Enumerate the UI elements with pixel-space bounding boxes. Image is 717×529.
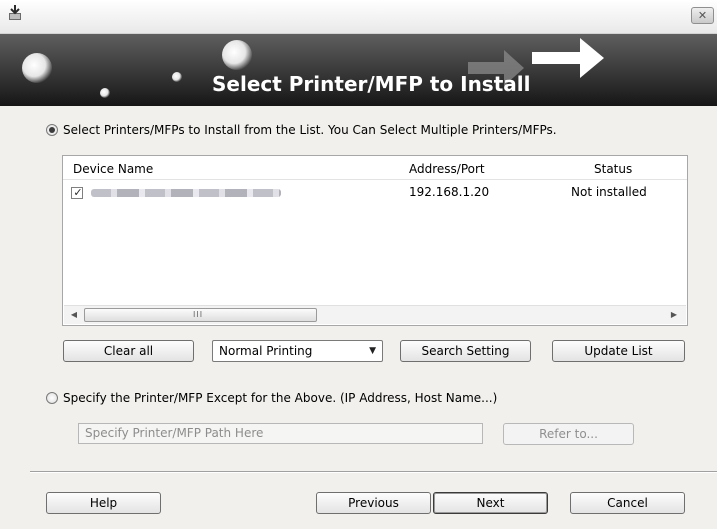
help-button[interactable]: Help — [46, 492, 161, 514]
banner-bubble-medium — [222, 40, 252, 70]
select-from-list-radio[interactable] — [46, 124, 58, 136]
close-button[interactable]: ✕ — [691, 7, 714, 24]
next-button[interactable]: Next — [433, 492, 548, 514]
footer-separator — [30, 471, 717, 473]
scroll-right-arrow-icon[interactable]: ▶ — [668, 310, 680, 319]
installer-app-icon — [9, 5, 21, 20]
print-mode-value: Normal Printing — [219, 344, 313, 358]
column-header-address-port[interactable]: Address/Port — [409, 162, 485, 176]
banner-bubble-small — [172, 72, 182, 82]
checkmark-icon: ✓ — [73, 186, 83, 199]
column-header-device-name[interactable]: Device Name — [73, 162, 153, 176]
specify-path-label: Specify the Printer/MFP Except for the A… — [63, 391, 498, 405]
column-header-status[interactable]: Status — [594, 162, 632, 176]
device-name-redacted — [91, 189, 281, 197]
scroll-left-arrow-icon[interactable]: ◀ — [68, 310, 80, 319]
banner-bubble-large — [22, 53, 52, 83]
previous-button[interactable]: Previous — [316, 492, 431, 514]
page-title: Select Printer/MFP to Install — [212, 72, 531, 96]
scroll-thumb[interactable]: III — [84, 308, 317, 322]
header-banner: Select Printer/MFP to Install — [0, 34, 717, 106]
clear-all-button[interactable]: Clear all — [63, 340, 194, 362]
print-mode-select[interactable]: Normal Printing ▼ — [212, 340, 383, 362]
title-bar: ✕ — [0, 0, 717, 34]
installer-window: ✕ Select Printer/MFP to Install Select P… — [0, 0, 717, 529]
banner-bubble-tiny — [100, 88, 110, 98]
printer-path-input[interactable]: Specify Printer/MFP Path Here — [78, 423, 483, 444]
specify-path-radio[interactable] — [46, 392, 58, 404]
update-list-button[interactable]: Update List — [552, 340, 685, 362]
horizontal-scrollbar[interactable]: ◀ III ▶ — [64, 305, 686, 324]
refer-to-button[interactable]: Refer to... — [503, 423, 634, 445]
device-address: 192.168.1.20 — [409, 185, 490, 199]
table-row[interactable]: ✓ 192.168.1.20 Not installed — [63, 182, 687, 202]
device-select-checkbox[interactable]: ✓ — [71, 186, 83, 199]
dropdown-arrow-icon: ▼ — [369, 346, 376, 356]
scroll-grip-icon: III — [193, 310, 204, 319]
search-setting-button[interactable]: Search Setting — [400, 340, 531, 362]
cancel-button[interactable]: Cancel — [570, 492, 685, 514]
device-list-header: Device Name Address/Port Status — [63, 156, 687, 180]
select-from-list-label: Select Printers/MFPs to Install from the… — [63, 123, 557, 137]
device-status: Not installed — [571, 185, 647, 199]
device-list[interactable]: Device Name Address/Port Status ✓ 192.16… — [62, 155, 688, 326]
